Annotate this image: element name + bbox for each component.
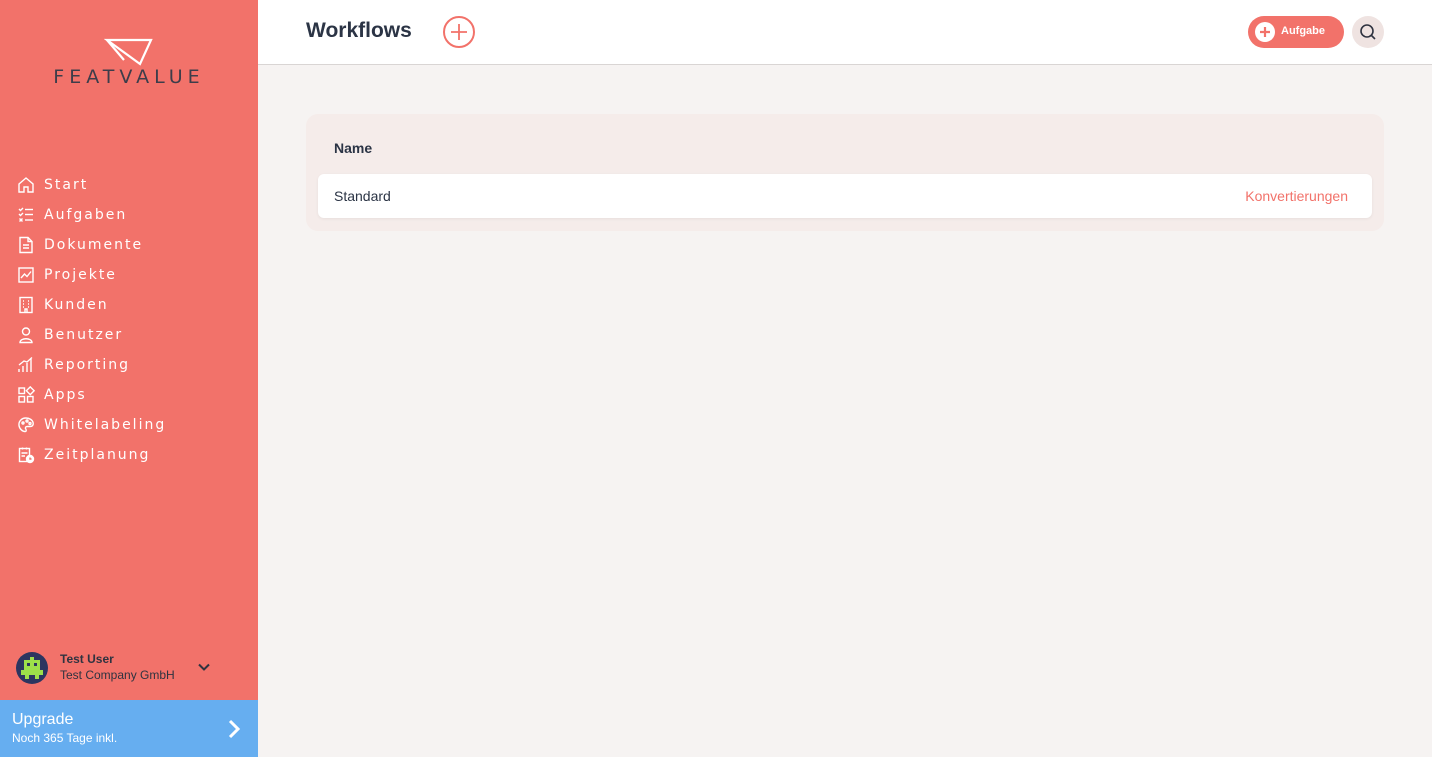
sidebar-item-label: Start xyxy=(44,177,89,193)
chevron-right-icon xyxy=(228,719,241,739)
calendar-clock-icon xyxy=(18,447,35,464)
add-task-label: Aufgabe xyxy=(1281,25,1325,37)
search-button[interactable] xyxy=(1352,16,1384,48)
chevron-down-icon[interactable] xyxy=(197,660,211,674)
logo-text: FEATVALUE xyxy=(53,66,205,88)
table-row[interactable]: Standard Konvertierungen xyxy=(318,174,1372,218)
bar-chart-icon xyxy=(18,356,33,372)
sidebar-item-projekte[interactable]: Projekte xyxy=(0,260,258,290)
sidebar-nav: Start Aufgaben Dokumente Projekte Kunden… xyxy=(0,170,258,470)
sidebar-item-label: Benutzer xyxy=(44,327,124,343)
chart-icon xyxy=(18,267,34,283)
workflow-name: Standard xyxy=(334,188,391,204)
logo-mark-icon xyxy=(104,38,153,66)
upgrade-subtitle: Noch 365 Tage inkl. xyxy=(12,731,118,745)
add-workflow-button[interactable] xyxy=(443,16,475,48)
sidebar-item-apps[interactable]: Apps xyxy=(0,380,258,410)
sidebar-item-label: Kunden xyxy=(44,297,109,313)
upgrade-title: Upgrade xyxy=(12,711,74,728)
plus-icon xyxy=(451,24,467,40)
sidebar-item-reporting[interactable]: Reporting xyxy=(0,350,258,380)
workflow-table: Name Standard Konvertierungen xyxy=(306,114,1384,231)
document-icon xyxy=(19,236,33,254)
plus-icon xyxy=(1255,22,1275,42)
top-header: Workflows Aufgabe xyxy=(258,0,1432,65)
user-menu[interactable]: Test User Test Company GmbH xyxy=(0,648,258,692)
apps-icon xyxy=(18,386,35,403)
sidebar-item-benutzer[interactable]: Benutzer xyxy=(0,320,258,350)
app-root: FEATVALUE Start Aufgaben Dokumente Proje… xyxy=(0,0,1432,757)
sidebar-item-whitelabeling[interactable]: Whitelabeling xyxy=(0,410,258,440)
column-header-name: Name xyxy=(334,140,373,156)
sidebar-item-label: Reporting xyxy=(44,357,131,373)
sidebar-item-aufgaben[interactable]: Aufgaben xyxy=(0,200,258,230)
add-task-button[interactable]: Aufgabe xyxy=(1248,16,1344,48)
tasks-icon xyxy=(18,207,33,222)
palette-icon xyxy=(18,417,34,433)
home-icon xyxy=(18,177,34,193)
konvertierungen-link[interactable]: Konvertierungen xyxy=(1245,188,1348,204)
search-icon xyxy=(1360,24,1376,40)
avatar xyxy=(16,652,48,684)
sidebar-item-kunden[interactable]: Kunden xyxy=(0,290,258,320)
sidebar-item-zeitplanung[interactable]: Zeitplanung xyxy=(0,440,258,470)
sidebar: FEATVALUE Start Aufgaben Dokumente Proje… xyxy=(0,0,258,757)
sidebar-item-label: Zeitplanung xyxy=(44,447,151,463)
user-company: Test Company GmbH xyxy=(60,668,175,682)
sidebar-item-label: Whitelabeling xyxy=(44,417,167,433)
upgrade-banner[interactable]: Upgrade Noch 365 Tage inkl. xyxy=(0,700,258,757)
sidebar-item-label: Aufgaben xyxy=(44,207,128,223)
user-name: Test User xyxy=(60,652,114,666)
user-icon xyxy=(19,327,33,344)
brand-logo[interactable]: FEATVALUE xyxy=(0,38,258,98)
sidebar-item-label: Dokumente xyxy=(44,237,144,253)
sidebar-item-label: Apps xyxy=(44,387,87,403)
sidebar-item-start[interactable]: Start xyxy=(0,170,258,200)
avatar-image xyxy=(21,657,43,679)
sidebar-item-label: Projekte xyxy=(44,267,117,283)
building-icon xyxy=(19,296,33,314)
sidebar-item-dokumente[interactable]: Dokumente xyxy=(0,230,258,260)
page-title: Workflows xyxy=(306,19,412,42)
